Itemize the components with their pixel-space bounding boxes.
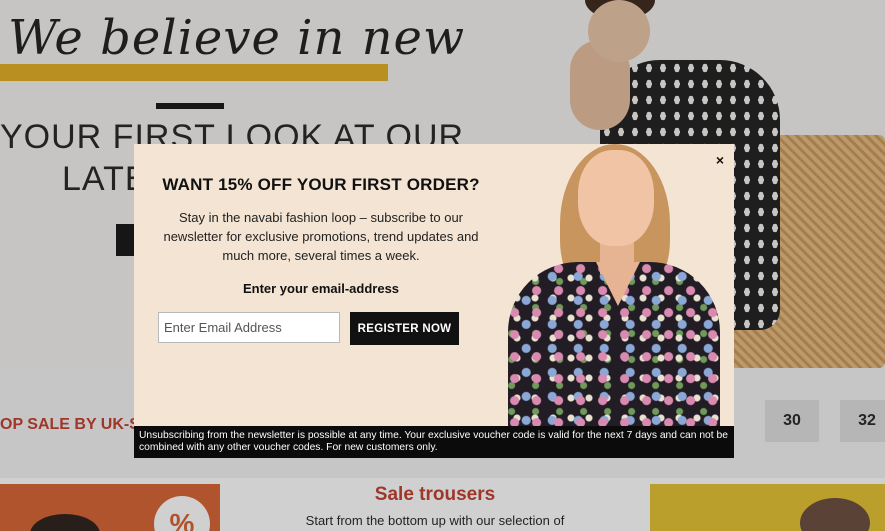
email-label: Enter your email-address (242, 281, 400, 296)
photo-neckline (596, 262, 640, 306)
modal-model-photo (500, 144, 734, 426)
register-now-button[interactable]: REGISTER NOW (350, 312, 459, 345)
photo-face (578, 150, 654, 246)
newsletter-modal: × WANT 15% OFF YOUR FIRST ORDER? Stay in… (134, 144, 734, 458)
modal-title: WANT 15% OFF YOUR FIRST ORDER? (162, 175, 480, 194)
newsletter-disclaimer: Unsubscribing from the newsletter is pos… (134, 426, 734, 458)
close-icon[interactable]: × (712, 151, 728, 169)
email-field[interactable] (158, 312, 340, 343)
modal-description: Stay in the navabi fashion loop – subscr… (163, 210, 479, 263)
